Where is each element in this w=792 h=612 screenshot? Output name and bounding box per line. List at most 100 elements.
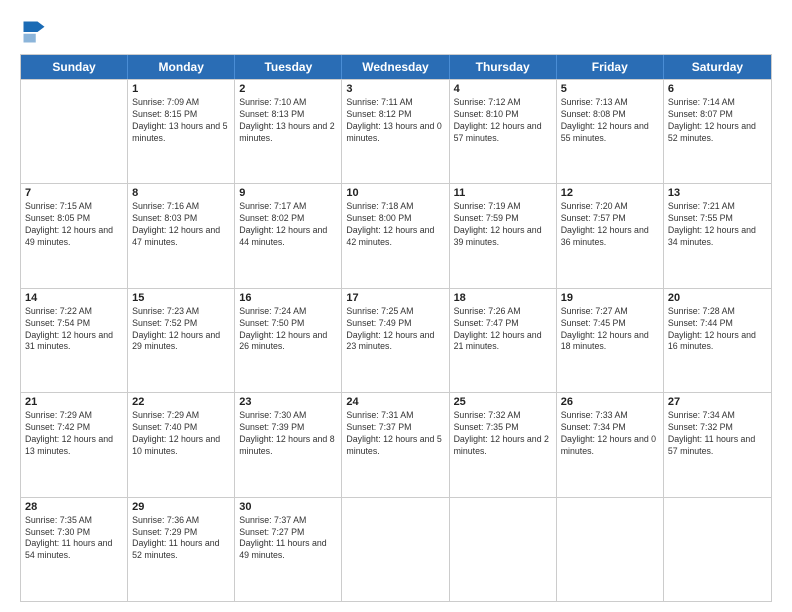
cal-cell — [342, 498, 449, 601]
cal-cell: 8 Sunrise: 7:16 AMSunset: 8:03 PMDaylight… — [128, 184, 235, 287]
day-info: Sunrise: 7:09 AMSunset: 8:15 PMDaylight:… — [132, 97, 230, 145]
day-number: 2 — [239, 83, 337, 95]
cal-week-5: 28 Sunrise: 7:35 AMSunset: 7:30 PMDayligh… — [21, 497, 771, 601]
day-info: Sunrise: 7:32 AMSunset: 7:35 PMDaylight:… — [454, 410, 552, 458]
calendar: SundayMondayTuesdayWednesdayThursdayFrid… — [20, 54, 772, 602]
cal-header-saturday: Saturday — [664, 55, 771, 79]
cal-cell: 11 Sunrise: 7:19 AMSunset: 7:59 PMDayligh… — [450, 184, 557, 287]
day-info: Sunrise: 7:28 AMSunset: 7:44 PMDaylight:… — [668, 306, 767, 354]
cal-week-3: 14 Sunrise: 7:22 AMSunset: 7:54 PMDayligh… — [21, 288, 771, 392]
day-number: 23 — [239, 396, 337, 408]
cal-cell: 5 Sunrise: 7:13 AMSunset: 8:08 PMDaylight… — [557, 80, 664, 183]
day-info: Sunrise: 7:22 AMSunset: 7:54 PMDaylight:… — [25, 306, 123, 354]
day-info: Sunrise: 7:29 AMSunset: 7:40 PMDaylight:… — [132, 410, 230, 458]
cal-cell: 12 Sunrise: 7:20 AMSunset: 7:57 PMDayligh… — [557, 184, 664, 287]
cal-cell: 24 Sunrise: 7:31 AMSunset: 7:37 PMDayligh… — [342, 393, 449, 496]
cal-cell: 21 Sunrise: 7:29 AMSunset: 7:42 PMDayligh… — [21, 393, 128, 496]
cal-cell: 18 Sunrise: 7:26 AMSunset: 7:47 PMDayligh… — [450, 289, 557, 392]
day-info: Sunrise: 7:37 AMSunset: 7:27 PMDaylight:… — [239, 515, 337, 563]
cal-cell: 3 Sunrise: 7:11 AMSunset: 8:12 PMDaylight… — [342, 80, 449, 183]
day-info: Sunrise: 7:21 AMSunset: 7:55 PMDaylight:… — [668, 201, 767, 249]
day-info: Sunrise: 7:18 AMSunset: 8:00 PMDaylight:… — [346, 201, 444, 249]
cal-cell: 30 Sunrise: 7:37 AMSunset: 7:27 PMDayligh… — [235, 498, 342, 601]
day-info: Sunrise: 7:16 AMSunset: 8:03 PMDaylight:… — [132, 201, 230, 249]
day-info: Sunrise: 7:11 AMSunset: 8:12 PMDaylight:… — [346, 97, 444, 145]
cal-cell — [557, 498, 664, 601]
cal-cell: 7 Sunrise: 7:15 AMSunset: 8:05 PMDaylight… — [21, 184, 128, 287]
day-number: 7 — [25, 187, 123, 199]
cal-week-4: 21 Sunrise: 7:29 AMSunset: 7:42 PMDayligh… — [21, 392, 771, 496]
day-info: Sunrise: 7:20 AMSunset: 7:57 PMDaylight:… — [561, 201, 659, 249]
day-info: Sunrise: 7:26 AMSunset: 7:47 PMDaylight:… — [454, 306, 552, 354]
day-number: 5 — [561, 83, 659, 95]
cal-cell: 2 Sunrise: 7:10 AMSunset: 8:13 PMDaylight… — [235, 80, 342, 183]
day-info: Sunrise: 7:35 AMSunset: 7:30 PMDaylight:… — [25, 515, 123, 563]
day-number: 1 — [132, 83, 230, 95]
day-info: Sunrise: 7:10 AMSunset: 8:13 PMDaylight:… — [239, 97, 337, 145]
cal-header-tuesday: Tuesday — [235, 55, 342, 79]
day-number: 20 — [668, 292, 767, 304]
day-info: Sunrise: 7:27 AMSunset: 7:45 PMDaylight:… — [561, 306, 659, 354]
day-info: Sunrise: 7:36 AMSunset: 7:29 PMDaylight:… — [132, 515, 230, 563]
day-info: Sunrise: 7:33 AMSunset: 7:34 PMDaylight:… — [561, 410, 659, 458]
day-number: 24 — [346, 396, 444, 408]
day-number: 30 — [239, 501, 337, 513]
day-number: 16 — [239, 292, 337, 304]
day-info: Sunrise: 7:23 AMSunset: 7:52 PMDaylight:… — [132, 306, 230, 354]
day-info: Sunrise: 7:19 AMSunset: 7:59 PMDaylight:… — [454, 201, 552, 249]
day-number: 18 — [454, 292, 552, 304]
cal-week-2: 7 Sunrise: 7:15 AMSunset: 8:05 PMDaylight… — [21, 183, 771, 287]
day-number: 15 — [132, 292, 230, 304]
cal-cell: 23 Sunrise: 7:30 AMSunset: 7:39 PMDayligh… — [235, 393, 342, 496]
day-info: Sunrise: 7:24 AMSunset: 7:50 PMDaylight:… — [239, 306, 337, 354]
day-number: 21 — [25, 396, 123, 408]
header — [20, 18, 772, 46]
day-number: 28 — [25, 501, 123, 513]
day-number: 12 — [561, 187, 659, 199]
cal-cell: 6Sunrise: 7:14 AMSunset: 8:07 PMDaylight… — [664, 80, 771, 183]
day-info: Sunrise: 7:25 AMSunset: 7:49 PMDaylight:… — [346, 306, 444, 354]
cal-cell: 25 Sunrise: 7:32 AMSunset: 7:35 PMDayligh… — [450, 393, 557, 496]
day-number: 11 — [454, 187, 552, 199]
day-number: 14 — [25, 292, 123, 304]
day-number: 17 — [346, 292, 444, 304]
page: SundayMondayTuesdayWednesdayThursdayFrid… — [0, 0, 792, 612]
cal-header-wednesday: Wednesday — [342, 55, 449, 79]
cal-header-sunday: Sunday — [21, 55, 128, 79]
day-number: 27 — [668, 396, 767, 408]
day-number: 26 — [561, 396, 659, 408]
day-number: 19 — [561, 292, 659, 304]
cal-header-monday: Monday — [128, 55, 235, 79]
day-number: 10 — [346, 187, 444, 199]
day-info: Sunrise: 7:17 AMSunset: 8:02 PMDaylight:… — [239, 201, 337, 249]
day-number: 8 — [132, 187, 230, 199]
day-number: 13 — [668, 187, 767, 199]
day-info: Sunrise: 7:30 AMSunset: 7:39 PMDaylight:… — [239, 410, 337, 458]
day-info: Sunrise: 7:13 AMSunset: 8:08 PMDaylight:… — [561, 97, 659, 145]
day-number: 22 — [132, 396, 230, 408]
day-info: Sunrise: 7:12 AMSunset: 8:10 PMDaylight:… — [454, 97, 552, 145]
cal-cell — [664, 498, 771, 601]
cal-cell: 29 Sunrise: 7:36 AMSunset: 7:29 PMDayligh… — [128, 498, 235, 601]
cal-cell: 9 Sunrise: 7:17 AMSunset: 8:02 PMDaylight… — [235, 184, 342, 287]
cal-cell: 28 Sunrise: 7:35 AMSunset: 7:30 PMDayligh… — [21, 498, 128, 601]
cal-cell: 20 Sunrise: 7:28 AMSunset: 7:44 PMDayligh… — [664, 289, 771, 392]
cal-cell: 19 Sunrise: 7:27 AMSunset: 7:45 PMDayligh… — [557, 289, 664, 392]
day-number: 4 — [454, 83, 552, 95]
cal-cell: 22 Sunrise: 7:29 AMSunset: 7:40 PMDayligh… — [128, 393, 235, 496]
logo — [20, 18, 52, 46]
day-number: 25 — [454, 396, 552, 408]
cal-cell: 4 Sunrise: 7:12 AMSunset: 8:10 PMDaylight… — [450, 80, 557, 183]
logo-icon — [20, 18, 48, 46]
day-number: 29 — [132, 501, 230, 513]
cal-week-1: 1 Sunrise: 7:09 AMSunset: 8:15 PMDaylight… — [21, 79, 771, 183]
day-number: 9 — [239, 187, 337, 199]
cal-cell — [21, 80, 128, 183]
cal-cell: 13 Sunrise: 7:21 AMSunset: 7:55 PMDayligh… — [664, 184, 771, 287]
calendar-body: 1 Sunrise: 7:09 AMSunset: 8:15 PMDaylight… — [21, 79, 771, 601]
day-info: Sunrise: 7:29 AMSunset: 7:42 PMDaylight:… — [25, 410, 123, 458]
day-number: 3 — [346, 83, 444, 95]
day-info: Sunrise: 7:15 AMSunset: 8:05 PMDaylight:… — [25, 201, 123, 249]
day-info: Sunrise: 7:31 AMSunset: 7:37 PMDaylight:… — [346, 410, 444, 458]
cal-cell: 27Sunrise: 7:34 AMSunset: 7:32 PMDayligh… — [664, 393, 771, 496]
